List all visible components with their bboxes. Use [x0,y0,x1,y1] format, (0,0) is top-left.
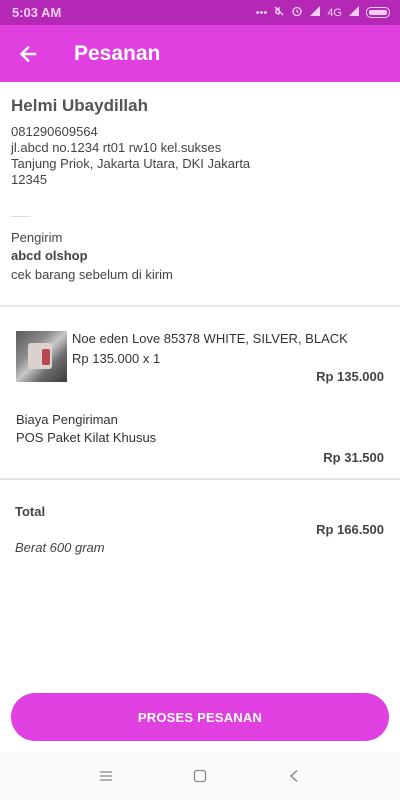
product-name: Noe eden Love 85378 WHITE, SILVER, BLACK [72,331,348,346]
mute-icon [273,5,285,20]
divider [11,216,31,217]
status-time: 5:03 AM [12,5,62,20]
shipping-method: POS Paket Kilat Khusus [16,430,157,445]
sender-section: Pengirim abcd olshop cek barang sebelum … [0,229,400,285]
signal-icon-2 [348,5,360,20]
product-image [16,331,67,382]
recipient-phone: 081290609564 [11,124,98,139]
back-triangle-icon[interactable] [282,764,306,788]
alarm-icon [291,5,303,20]
shipping-cost: Rp 31.500 [323,450,384,465]
dots-icon: ••• [255,6,268,19]
page-title: Pesanan [74,41,161,65]
process-order-button[interactable]: PROSES PESANAN [11,693,389,741]
address-postal-code: 12345 [11,172,48,187]
address-section: Helmi Ubaydillah 081290609564 jl.abcd no… [0,82,400,188]
address-city: Tanjung Priok, Jakarta Utara, DKI Jakart… [11,156,251,171]
battery-icon [366,7,390,18]
app-bar: Pesanan [0,25,400,82]
status-icons: ••• 4G [256,5,390,20]
total-value: Rp 166.500 [316,522,384,537]
product-subtotal: Rp 135.000 [316,369,384,384]
arrow-left-icon [19,45,37,62]
home-square-icon[interactable] [188,764,212,788]
weight-note: Berat 600 gram [15,540,105,555]
total-label: Total [15,504,46,519]
back-button[interactable] [0,25,56,82]
product-price-qty: Rp 135.000 x 1 [72,351,161,366]
recipient-name: Helmi Ubaydillah [11,96,148,115]
network-type: 4G [327,6,342,19]
sender-name: abcd olshop [11,248,88,263]
address-street: jl.abcd no.1234 rt01 rw10 kel.sukses [11,140,222,155]
status-bar: 5:03 AM ••• 4G [0,0,400,25]
order-content: Helmi Ubaydillah 081290609564 jl.abcd no… [0,82,400,560]
signal-icon [309,5,321,20]
product-item: Noe eden Love 85378 WHITE, SILVER, BLACK… [0,307,400,408]
total-section: Total Rp 166.500 Berat 600 gram [0,480,400,560]
system-nav-bar [0,752,400,800]
shipping-label: Biaya Pengiriman [16,412,118,427]
sender-note: cek barang sebelum di kirim [11,267,173,282]
shipping-section: Biaya Pengiriman POS Paket Kilat Khusus … [0,408,400,478]
sender-label: Pengirim [11,230,63,245]
menu-icon[interactable] [94,764,118,788]
